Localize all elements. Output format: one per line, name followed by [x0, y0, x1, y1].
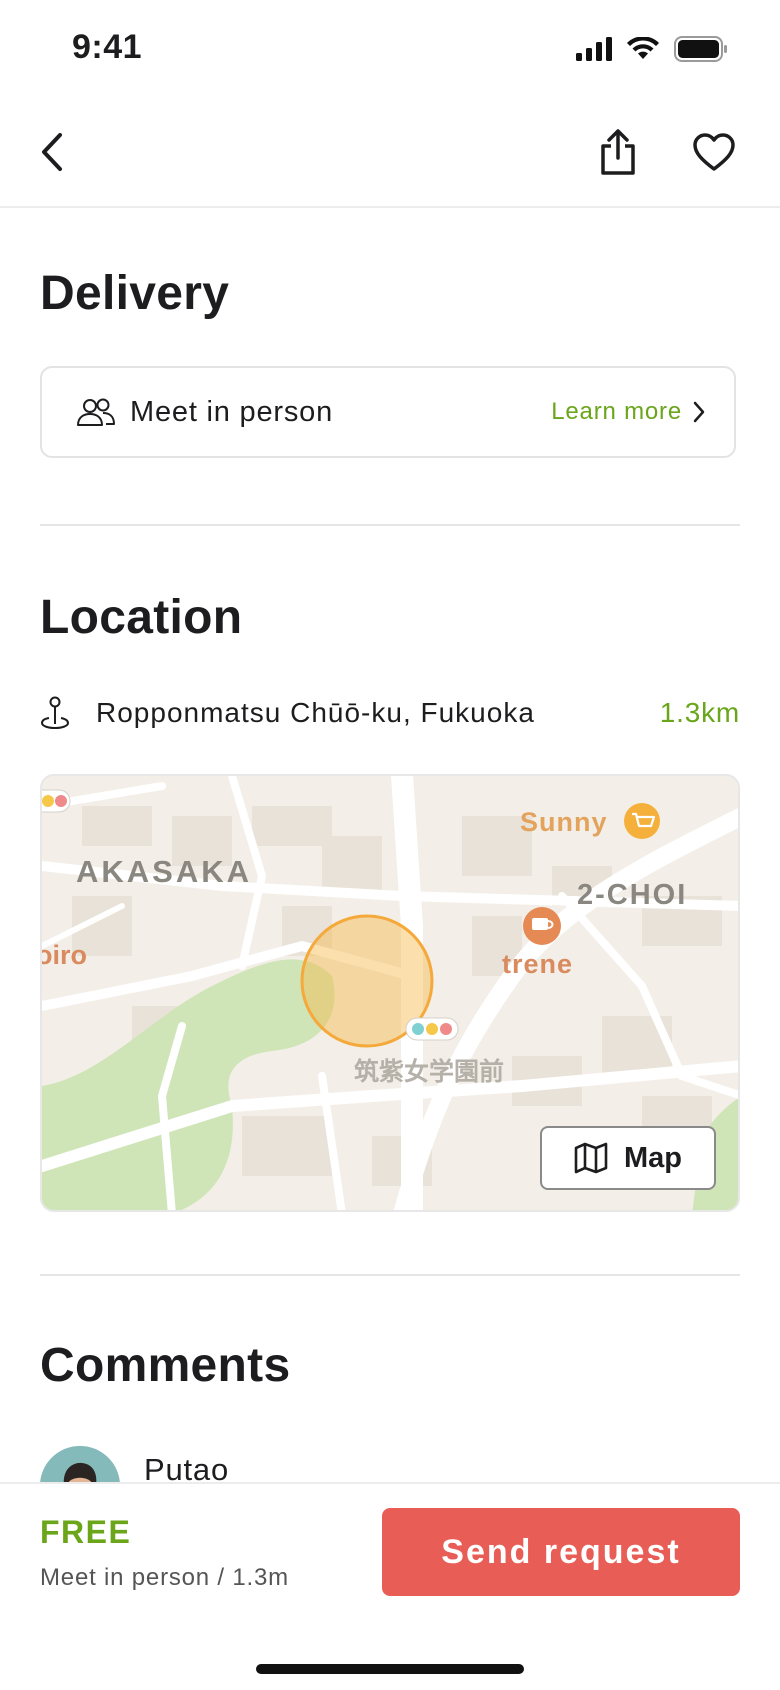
location-address: Ropponmatsu Chūō-ku, Fukuoka [96, 697, 535, 728]
share-icon [601, 129, 635, 175]
map-label-trene: trene [502, 949, 573, 979]
status-time: 9:41 [72, 28, 143, 66]
map-label-chome: 2-CHOI [577, 879, 687, 911]
open-map-label: Map [624, 1141, 682, 1174]
battery-icon [674, 36, 727, 62]
comments-section-title: Comments [40, 1339, 291, 1392]
map-label-station: 筑紫女学園前 [354, 1057, 504, 1086]
cellular-signal-icon [576, 37, 612, 61]
home-indicator [256, 1664, 524, 1674]
section-divider [40, 524, 740, 526]
open-map-button[interactable]: Map [540, 1126, 716, 1190]
location-distance: 1.3km [659, 697, 740, 728]
section-divider [40, 1274, 740, 1276]
location-row: Ropponmatsu Chūō-ku, Fukuoka 1.3km [40, 696, 740, 730]
delivery-method-label: Meet in person [130, 395, 334, 428]
send-request-button[interactable]: Send request [382, 1508, 740, 1596]
map-icon [574, 1142, 608, 1174]
status-bar: 9:41 [0, 0, 780, 100]
wifi-icon [627, 37, 659, 59]
delivery-method-card[interactable]: Meet in person Learn more [40, 366, 736, 458]
map-label-akasaka: AKASAKA [76, 854, 252, 889]
navigation-bar [0, 100, 780, 208]
location-pin-icon [40, 696, 70, 730]
bottom-action-bar: FREE Meet in person / 1.3m Send request [0, 1482, 780, 1690]
location-section-title: Location [40, 591, 243, 644]
map-label-hiro: oiro [42, 940, 87, 970]
delivery-section-title: Delivery [40, 267, 230, 320]
heart-icon [693, 133, 735, 171]
map-label-sunny: Sunny [520, 807, 608, 837]
chevron-left-icon [42, 133, 62, 171]
learn-more-link[interactable]: Learn more [551, 398, 706, 426]
chevron-right-icon [693, 401, 705, 423]
people-icon [77, 398, 115, 426]
price-subtitle: Meet in person / 1.3m [40, 1564, 289, 1591]
learn-more-label: Learn more [551, 398, 682, 425]
favorite-button[interactable] [684, 122, 744, 182]
share-button[interactable] [588, 122, 648, 182]
location-map[interactable]: AKASAKA Sunny 2-CHOI trene oiro 筑紫女学園前 M… [40, 774, 740, 1212]
price-label: FREE [40, 1514, 132, 1550]
back-button[interactable] [22, 122, 82, 182]
status-icons [576, 36, 728, 62]
